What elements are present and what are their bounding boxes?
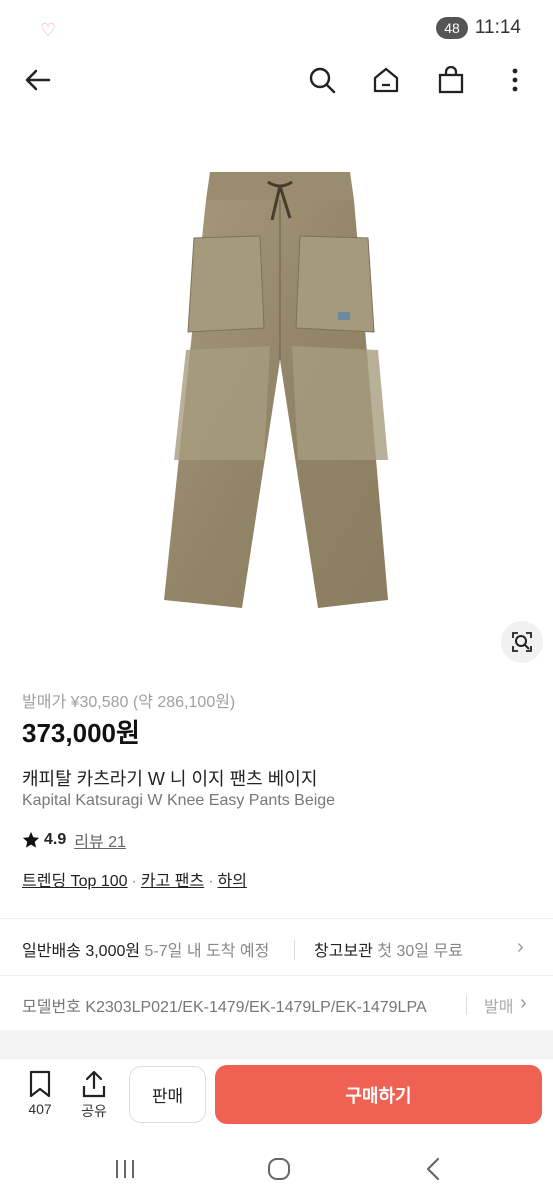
search-icon — [309, 67, 336, 94]
back-nav-icon[interactable] — [424, 1156, 442, 1182]
status-bar: ♡ 48 11:14 — [0, 0, 553, 56]
lens-icon — [512, 632, 532, 652]
product-image[interactable] — [140, 160, 410, 630]
bookmark-icon — [29, 1070, 51, 1098]
product-name-english: Kapital Katsuragi W Knee Easy Pants Beig… — [22, 792, 336, 809]
star-icon — [22, 831, 40, 848]
more-vert-icon — [512, 68, 518, 92]
recent-apps-icon[interactable] — [113, 1158, 137, 1180]
heart-icon: ♡ — [40, 20, 57, 40]
storage-info[interactable]: 창고보관 첫 30일 무료 — [314, 937, 463, 961]
storage-desc: 첫 30일 무료 — [377, 943, 463, 960]
release-price: 발매가 ¥30,580 (약 286,100원) — [22, 694, 236, 711]
back-button[interactable] — [18, 56, 58, 104]
status-time: 11:14 — [474, 17, 521, 38]
share-icon — [82, 1070, 106, 1098]
review-link[interactable]: 리뷰 21 — [74, 828, 126, 852]
model-number: 모델번호 K2303LP021/EK-1479/EK-1479LP/EK-147… — [22, 999, 427, 1016]
tag-bottoms[interactable]: 하의 — [218, 873, 247, 890]
more-button[interactable] — [495, 56, 535, 104]
bookmark-count: 407 — [28, 1101, 52, 1117]
shopping-bag-icon — [438, 66, 464, 94]
search-button[interactable] — [302, 56, 342, 104]
rating-score: 4.9 — [44, 831, 67, 848]
sell-button[interactable]: 판매 — [129, 1066, 206, 1123]
current-price: 373,000원 — [22, 718, 140, 748]
shipping-eta: 5-7일 내 도착 예정 — [144, 943, 270, 960]
buy-button[interactable]: 구매하기 — [215, 1065, 542, 1124]
tag-cargo-pants[interactable]: 카고 팬츠 — [141, 873, 204, 890]
home-nav-icon[interactable] — [266, 1156, 292, 1182]
image-search-button[interactable] — [501, 621, 543, 663]
chevron-right-icon[interactable]: › — [520, 992, 527, 1015]
divider — [466, 995, 467, 1015]
chevron-right-icon[interactable]: › — [517, 936, 524, 959]
home-button[interactable] — [366, 56, 406, 104]
cart-button[interactable] — [431, 56, 471, 104]
share-label: 공유 — [81, 1103, 107, 1119]
release-info-label: 발매 — [484, 999, 514, 1016]
back-arrow-icon — [25, 69, 51, 91]
notification-badge: 48 — [436, 17, 468, 39]
divider — [0, 918, 553, 919]
storage-label: 창고보관 — [314, 943, 373, 960]
shipping-label: 일반배송 3,000원 — [22, 943, 141, 960]
product-name-korean: 캐피탈 카츠라기 W 니 이지 팬츠 베이지 — [22, 769, 318, 789]
divider — [0, 975, 553, 976]
shipping-info[interactable]: 일반배송 3,000원 5-7일 내 도착 예정 — [22, 937, 269, 961]
divider — [294, 940, 295, 960]
tag-trending[interactable]: 트렌딩 Top 100 — [22, 873, 128, 890]
tag-list: 트렌딩 Top 100 · 카고 팬츠 · 하의 — [22, 873, 247, 890]
system-nav-bar — [0, 1138, 553, 1200]
bookmark-button[interactable]: 407 — [20, 1070, 60, 1117]
home-icon — [373, 67, 399, 93]
rating-row: 4.9 리뷰 21 — [22, 828, 126, 852]
share-button[interactable]: 공유 — [74, 1070, 114, 1121]
